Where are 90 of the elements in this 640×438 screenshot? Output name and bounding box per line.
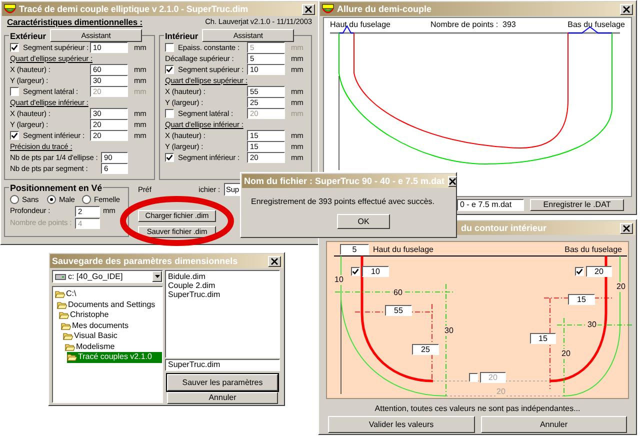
ok-button[interactable]: OK [337, 214, 390, 229]
folder-icon [67, 353, 77, 362]
close-icon [623, 224, 630, 232]
folder-item[interactable]: Mes documents [61, 320, 162, 331]
dimension-label: 20 [496, 387, 506, 397]
text-field[interactable]: 15 [568, 294, 595, 305]
group-title: Intérieur [164, 30, 200, 40]
close-button[interactable] [620, 222, 633, 234]
drive-dropdown[interactable]: c: [40_Go_IDE] [52, 270, 163, 283]
radio-button[interactable] [47, 195, 56, 204]
text-field[interactable]: 0 - e 7.5 m.dat [457, 199, 524, 211]
close-icon [623, 6, 630, 12]
warning-text: Attention, toutes ces valeurs ne sont pas indépendantes... [374, 404, 580, 414]
folder-icon [59, 311, 69, 320]
checkbox[interactable] [165, 153, 174, 162]
folder-icon [55, 290, 65, 298]
app-icon [4, 4, 16, 14]
file-item[interactable]: SuperTruc.dim [166, 290, 279, 299]
close-button[interactable] [620, 4, 633, 14]
checkbox[interactable] [10, 87, 19, 96]
text-field[interactable]: 10 [362, 266, 389, 277]
window-title: Sauvegarde des paramètres dimensionnels [52, 256, 238, 266]
dropdown-button[interactable] [152, 271, 162, 282]
dimension-label: 30 [586, 320, 598, 330]
save-button[interactable]: Sauver les paramètres [167, 374, 278, 391]
check-icon [576, 268, 583, 275]
drive-icon [55, 274, 66, 280]
checkbox[interactable] [165, 109, 174, 118]
folder-item[interactable]: C:\ [55, 289, 162, 300]
group-title: Positionnement en Vé [9, 182, 104, 192]
text-field[interactable]: 5 [340, 244, 369, 255]
check-icon [166, 66, 173, 73]
text-field[interactable]: 55 [385, 305, 412, 316]
window-title: Allure du demi-couple [337, 4, 432, 14]
text-field[interactable]: 15 [530, 333, 556, 344]
checkbox[interactable] [575, 267, 584, 276]
close-button[interactable] [302, 4, 315, 14]
folder-icon [61, 322, 71, 330]
window-title: Tracé de demi couple elliptique v 2.1.0 - SuperTruc.dim [19, 4, 248, 14]
window-title: Nom du fichier : SuperTruc 90 - 40 - e 7.5 m.dat [244, 176, 445, 186]
dimension-label: 20 [560, 349, 572, 359]
cancel-button[interactable]: Annuler [167, 392, 278, 404]
group-title: Extérieur [9, 30, 47, 40]
close-icon [271, 258, 278, 264]
checkbox[interactable] [165, 65, 174, 74]
section-heading: Caractéristiques dimentionnelles : [7, 17, 142, 27]
checkbox[interactable] [351, 267, 360, 276]
text-field[interactable]: SuperTruc.dim [165, 359, 280, 371]
axis-label: Haut du fuselage [330, 20, 390, 30]
file-item[interactable]: Bidule.dim [166, 272, 279, 281]
checkbox[interactable] [165, 43, 174, 52]
point-count-text: Nombre de points : 393 [430, 20, 516, 30]
text-field[interactable]: 20 [586, 266, 612, 277]
checkbox[interactable] [10, 131, 19, 140]
folder-icon [65, 342, 75, 351]
folder-item[interactable]: Modelisme [65, 342, 162, 352]
checkbox[interactable] [469, 373, 478, 382]
check-icon [11, 44, 18, 51]
save-button[interactable]: Enregistrer le .DAT [530, 199, 624, 211]
radio-button[interactable] [82, 195, 91, 204]
message-text: Enregistrement de 393 points effectué avec succès. [251, 197, 435, 206]
folder-icon [57, 300, 67, 309]
file-item[interactable]: Couple 2.dim [166, 281, 279, 290]
dimension-label: 60 [392, 288, 404, 298]
close-icon [305, 6, 312, 12]
dimension-label: 30 [444, 326, 454, 336]
axis-label: Haut du fuselage [373, 245, 434, 255]
folder-item[interactable]: Visual Basic [63, 331, 162, 342]
folder-item[interactable]: Christophe [59, 310, 162, 320]
check-icon [166, 154, 173, 161]
folder-icon [63, 332, 73, 340]
checkbox[interactable] [10, 43, 19, 52]
folder-item[interactable]: Documents and Settings [57, 300, 162, 310]
close-button[interactable] [448, 176, 457, 186]
check-icon [11, 132, 18, 139]
validate-button[interactable]: Valider les valeurs [328, 416, 474, 433]
folder-item[interactable]: Tracé couples v2.1.0 [67, 352, 162, 362]
check-icon [352, 268, 359, 275]
window-title: du contour intérieur [461, 223, 546, 233]
axis-label: Bas du fuselage [564, 245, 622, 255]
dimension-label: 10 [334, 275, 344, 285]
close-icon [448, 178, 456, 184]
radio-button[interactable] [10, 195, 19, 204]
text-field[interactable]: 25 [412, 344, 439, 355]
close-button[interactable] [268, 256, 281, 266]
app-icon [322, 4, 334, 14]
cancel-button[interactable]: Annuler [480, 416, 627, 433]
caret-icon [154, 275, 160, 278]
dimension-label: 20 [616, 282, 626, 292]
axis-label: Bas du fuselage [568, 20, 625, 30]
